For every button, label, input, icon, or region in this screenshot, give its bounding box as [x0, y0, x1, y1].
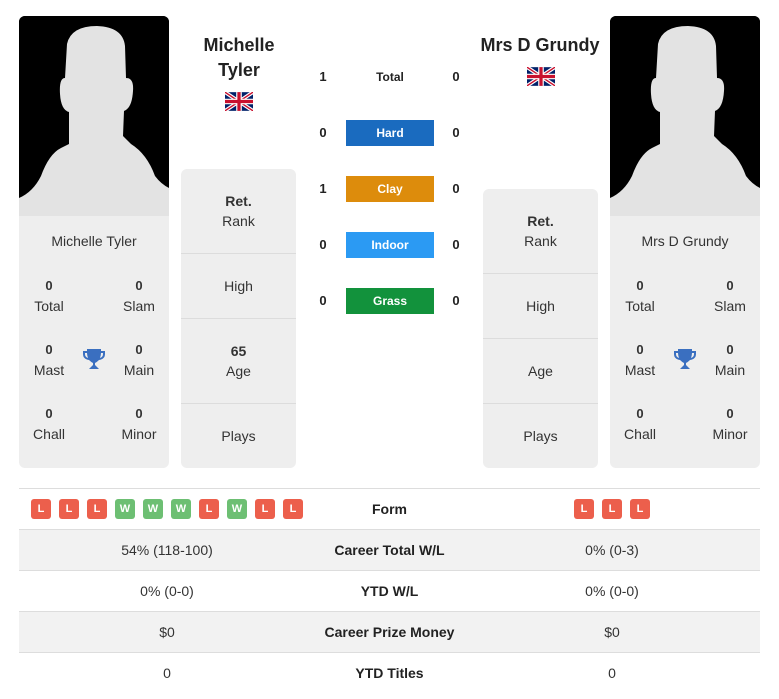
trophy-icon	[82, 347, 106, 371]
gb-flag-icon	[223, 90, 255, 113]
info-age: Age	[483, 338, 598, 403]
titles-total: 0 Total	[625, 278, 655, 314]
row-right-value: 0	[608, 665, 616, 681]
form-loss-badge[interactable]: L	[255, 499, 275, 519]
surface-grass-badge[interactable]: Grass	[346, 288, 434, 314]
comparison-table: LLLWWWLWLL Form LLL 54% (118-100) Career…	[19, 488, 760, 693]
h2h-right-value: 0	[452, 237, 460, 252]
table-row: 0 YTD Titles 0	[19, 652, 760, 693]
h2h-hard-row: 0 Hard 0	[310, 119, 470, 147]
player-right-name[interactable]: Mrs D Grundy	[470, 33, 610, 58]
titles-slam: 0 Slam	[714, 278, 746, 314]
row-left-value: 0	[163, 665, 171, 681]
titles-mast: 0 Mast	[33, 342, 65, 378]
form-loss-badge[interactable]: L	[574, 499, 594, 519]
info-high: High	[181, 253, 296, 318]
titles-total: 0 Total	[34, 278, 64, 314]
titles-main: 0 Main	[714, 342, 746, 378]
form-win-badge[interactable]: W	[171, 499, 191, 519]
form-loss-badge[interactable]: L	[602, 499, 622, 519]
titles-chall: 0 Chall	[33, 406, 65, 442]
silhouette-icon	[19, 16, 169, 216]
surface-hard-badge[interactable]: Hard	[346, 120, 434, 146]
h2h-right-value: 0	[452, 293, 460, 308]
info-age: 65 Age	[181, 318, 296, 403]
form-left: LLLWWWLWLL	[19, 499, 315, 519]
form-win-badge[interactable]: W	[115, 499, 135, 519]
table-row: $0 Career Prize Money $0	[19, 611, 760, 652]
player-left-name[interactable]: Michelle Tyler	[180, 33, 298, 83]
player-left-card-name[interactable]: Michelle Tyler	[19, 233, 169, 249]
surface-total-label: Total	[376, 70, 404, 84]
form-win-badge[interactable]: W	[227, 499, 247, 519]
form-loss-badge[interactable]: L	[31, 499, 51, 519]
table-row: 0% (0-0) YTD W/L 0% (0-0)	[19, 570, 760, 611]
surface-indoor-badge[interactable]: Indoor	[346, 232, 434, 258]
info-rank: Ret. Rank	[524, 213, 557, 249]
surface-clay-badge[interactable]: Clay	[346, 176, 434, 202]
h2h-right-value: 0	[452, 181, 460, 196]
h2h-grass-row: 0 Grass 0	[310, 287, 470, 315]
player-right-titles-card: Mrs D Grundy 0 Total 0 Slam 0 Mast 0 Main 0C…	[610, 216, 760, 468]
row-left-value: 0% (0-0)	[140, 583, 194, 599]
row-right-value: $0	[604, 624, 620, 640]
gb-flag-icon	[525, 65, 557, 88]
h2h-clay-row: 1 Clay 0	[310, 175, 470, 203]
info-high: High	[483, 273, 598, 338]
row-label: Career Total W/L	[334, 542, 445, 558]
form-right: LLL	[464, 499, 760, 519]
form-label: Form	[372, 501, 407, 517]
player-left-photo	[19, 16, 169, 216]
h2h-left-value: 0	[319, 293, 327, 308]
row-left-value: 54% (118-100)	[121, 542, 213, 558]
form-loss-badge[interactable]: L	[630, 499, 650, 519]
row-right-value: 0% (0-0)	[585, 583, 639, 599]
row-label: YTD W/L	[360, 583, 419, 599]
h2h-right-value: 0	[452, 125, 460, 140]
h2h-left-value: 0	[319, 125, 327, 140]
player-right-info-card: Ret. Rank High Age Plays	[483, 189, 598, 468]
row-label: Career Prize Money	[324, 624, 455, 640]
titles-main: 0 Main	[123, 342, 155, 378]
h2h-total-row: 1 Total 0	[310, 63, 470, 91]
titles-slam: 0 Slam	[123, 278, 155, 314]
form-win-badge[interactable]: W	[143, 499, 163, 519]
row-label: YTD Titles	[355, 665, 424, 681]
h2h-right-value: 0	[452, 69, 460, 84]
info-plays: Plays	[483, 403, 598, 468]
h2h-left-value: 1	[319, 69, 327, 84]
player-right-photo	[610, 16, 760, 216]
form-loss-badge[interactable]: L	[59, 499, 79, 519]
table-row: 54% (118-100) Career Total W/L 0% (0-3)	[19, 529, 760, 570]
h2h-indoor-row: 0 Indoor 0	[310, 231, 470, 259]
player-right-card-name[interactable]: Mrs D Grundy	[610, 233, 760, 249]
trophy-icon	[673, 347, 697, 371]
row-left-value: $0	[159, 624, 175, 640]
titles-chall: 0 Chall	[624, 406, 656, 442]
form-loss-badge[interactable]: L	[87, 499, 107, 519]
row-right-value: 0% (0-3)	[585, 542, 639, 558]
silhouette-icon	[610, 16, 760, 216]
player-left-info-card: Ret. Rank High 65 Age Plays	[181, 169, 296, 468]
titles-mast: 0 Mast	[624, 342, 656, 378]
form-loss-badge[interactable]: L	[283, 499, 303, 519]
form-row: LLLWWWLWLL Form LLL	[19, 488, 760, 529]
h2h-left-value: 1	[319, 181, 327, 196]
info-rank: Ret. Rank	[222, 193, 255, 229]
titles-minor: 0 Minor	[121, 406, 157, 442]
info-plays: Plays	[181, 403, 296, 468]
h2h-left-value: 0	[319, 237, 327, 252]
player-left-titles-card: Michelle Tyler 0 Total 0 Slam 0 Mast 0 Main …	[19, 216, 169, 468]
titles-minor: 0 Minor	[712, 406, 748, 442]
form-loss-badge[interactable]: L	[199, 499, 219, 519]
